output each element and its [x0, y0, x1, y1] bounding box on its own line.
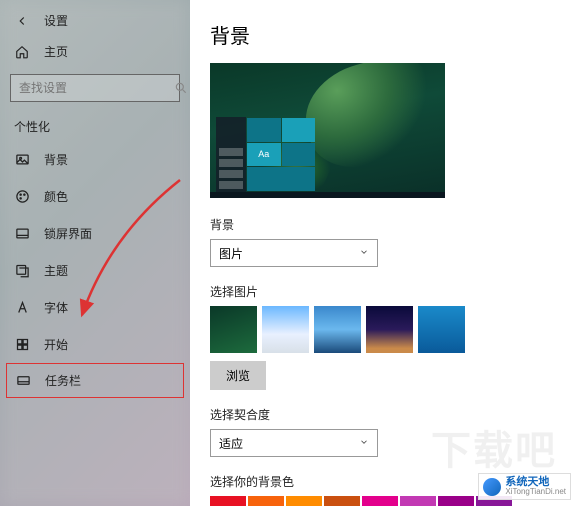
background-type-label: 背景: [210, 216, 577, 233]
palette-icon: [14, 189, 30, 205]
back-icon[interactable]: [14, 13, 30, 29]
sidebar-item-themes[interactable]: 主题: [0, 252, 190, 289]
sidebar-item-colors[interactable]: 颜色: [0, 178, 190, 215]
color-swatch[interactable]: [286, 496, 322, 506]
preview-tile-text: Aa: [247, 143, 281, 167]
thumbnail[interactable]: [418, 306, 465, 353]
sidebar-item-taskbar[interactable]: 任务栏: [6, 363, 184, 398]
picture-thumbnails: [210, 306, 577, 353]
color-swatch[interactable]: [362, 496, 398, 506]
fit-label: 选择契合度: [210, 406, 577, 423]
search-input[interactable]: [19, 81, 174, 95]
color-swatch[interactable]: [438, 496, 474, 506]
choose-picture-label: 选择图片: [210, 283, 577, 300]
sidebar-item-label: 颜色: [44, 188, 68, 205]
background-type-select[interactable]: 图片: [210, 239, 378, 267]
watermark-sub: XiTongTianDi.net: [505, 488, 566, 497]
font-icon: [14, 300, 30, 316]
picture-icon: [14, 152, 30, 168]
home-nav[interactable]: 主页: [0, 33, 190, 70]
sidebar-item-background[interactable]: 背景: [0, 141, 190, 178]
sidebar-item-label: 字体: [44, 299, 68, 316]
sidebar-item-label: 锁屏界面: [44, 225, 92, 242]
sidebar-item-fonts[interactable]: 字体: [0, 289, 190, 326]
background-preview: Aa: [210, 63, 445, 198]
fit-select[interactable]: 适应: [210, 429, 378, 457]
chevron-down-icon: [359, 436, 369, 450]
home-icon: [14, 44, 30, 60]
page-title: 背景: [210, 20, 577, 49]
site-watermark: 系统天地 XiTongTianDi.net: [478, 473, 571, 500]
chevron-down-icon: [359, 246, 369, 260]
color-swatch[interactable]: [248, 496, 284, 506]
sidebar-item-label: 开始: [44, 336, 68, 353]
thumbnail[interactable]: [366, 306, 413, 353]
main-content: 背景 Aa 背景 图片 选择图片: [190, 0, 577, 506]
color-swatch[interactable]: [210, 496, 246, 506]
color-swatches: [210, 496, 520, 506]
header-row: 设置: [0, 8, 190, 33]
watermark-icon: [483, 478, 501, 496]
sidebar-item-lockscreen[interactable]: 锁屏界面: [0, 215, 190, 252]
thumbnail[interactable]: [210, 306, 257, 353]
sidebar-item-label: 主题: [44, 262, 68, 279]
settings-title: 设置: [44, 12, 68, 29]
start-icon: [14, 337, 30, 353]
lock-screen-icon: [14, 226, 30, 242]
taskbar-icon: [15, 373, 31, 389]
sidebar-item-label: 任务栏: [45, 372, 81, 389]
sidebar-item-label: 背景: [44, 151, 68, 168]
thumbnail[interactable]: [314, 306, 361, 353]
color-swatch[interactable]: [400, 496, 436, 506]
search-box[interactable]: [10, 74, 180, 102]
sidebar: 设置 主页 个性化 背景 颜色 锁屏界面 主题: [0, 0, 190, 506]
thumbnail[interactable]: [262, 306, 309, 353]
browse-button[interactable]: 浏览: [210, 361, 266, 390]
theme-icon: [14, 263, 30, 279]
select-value: 图片: [219, 245, 243, 262]
select-value: 适应: [219, 435, 243, 452]
sidebar-item-start[interactable]: 开始: [0, 326, 190, 363]
home-label: 主页: [44, 43, 68, 60]
section-label: 个性化: [0, 112, 190, 141]
color-swatch[interactable]: [324, 496, 360, 506]
search-icon: [174, 81, 188, 95]
